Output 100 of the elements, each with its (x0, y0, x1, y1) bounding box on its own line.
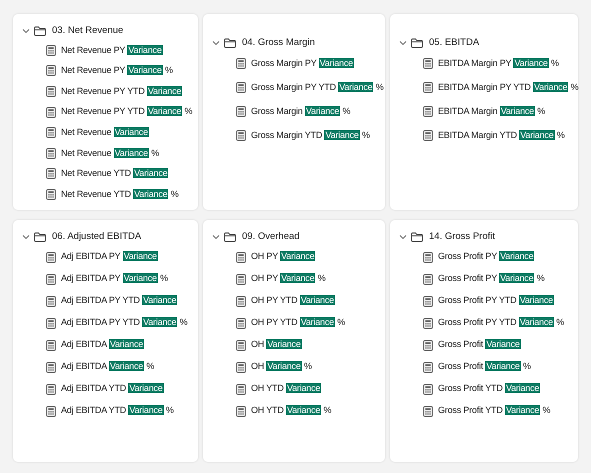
calculator-icon (236, 274, 246, 284)
calculator-icon (236, 296, 246, 306)
measure-name[interactable]: Gross Profit YTD Variance (438, 382, 540, 396)
measure-name[interactable]: Net Revenue Variance (61, 126, 149, 140)
measure-name[interactable]: Gross Profit Variance % (438, 360, 531, 374)
folder-title: 04. Gross Margin (242, 36, 315, 50)
measure-name[interactable]: Net Revenue Variance % (61, 146, 160, 160)
measure-name[interactable]: Gross Profit PY YTD Variance (438, 294, 554, 308)
measure-name[interactable]: OH PY Variance (251, 250, 316, 264)
measure-name[interactable]: EBITDA Margin PY YTD Variance % (438, 80, 578, 94)
folder-title: 14. Gross Profit (429, 230, 495, 244)
measure-name[interactable]: OH PY YTD Variance (251, 294, 335, 308)
measure-name[interactable]: Net Revenue PY Variance (61, 44, 163, 58)
measure-name[interactable]: EBITDA Margin YTD Variance % (438, 128, 565, 142)
folder-title: 03. Net Revenue (52, 24, 124, 38)
folder-icon (224, 38, 236, 48)
calculator-icon (236, 82, 246, 94)
calculator-icon (46, 106, 56, 118)
calculator-icon (423, 296, 433, 306)
measure-name[interactable]: Net Revenue PY Variance % (61, 64, 173, 78)
calculator-icon (423, 362, 433, 372)
chevron-down-icon (212, 233, 220, 241)
measure-name[interactable]: Adj EBITDA PY Variance % (61, 272, 168, 286)
folder-header[interactable]: 06. Adjusted EBITDA (22, 230, 198, 244)
measure-name[interactable]: Net Revenue YTD Variance % (61, 188, 179, 202)
chevron-down-icon (399, 233, 407, 241)
measure-name[interactable]: Gross Margin Variance % (251, 104, 350, 118)
measure-name[interactable]: Net Revenue PY YTD Variance % (61, 105, 192, 119)
folder-header[interactable]: 09. Overhead (212, 230, 385, 244)
folder-title: 06. Adjusted EBITDA (52, 230, 142, 244)
folder-title: 09. Overhead (242, 230, 300, 244)
calculator-icon (236, 362, 246, 372)
measure-name[interactable]: Gross Profit PY Variance (438, 250, 534, 264)
calculator-icon (46, 406, 56, 416)
folder-header[interactable]: 03. Net Revenue (22, 24, 198, 38)
calculator-icon (423, 406, 433, 416)
calculator-icon (423, 58, 433, 70)
calculator-icon (236, 384, 246, 394)
measure-name[interactable]: Gross Profit PY Variance % (438, 272, 545, 286)
measure-name[interactable]: Adj EBITDA PY YTD Variance % (61, 316, 188, 330)
calculator-icon (46, 168, 56, 180)
calculator-icon (236, 340, 246, 350)
measure-name[interactable]: Gross Profit PY YTD Variance % (438, 316, 564, 330)
folder-icon (411, 232, 423, 242)
calculator-icon (46, 44, 56, 56)
measure-name[interactable]: Gross Profit Variance (438, 338, 521, 352)
measure-name[interactable]: Adj EBITDA YTD Variance (61, 382, 164, 396)
chevron-down-icon (22, 233, 30, 241)
calculator-icon (236, 318, 246, 328)
calculator-icon (236, 252, 246, 262)
calculator-icon (46, 148, 56, 159)
folder-icon (224, 232, 236, 242)
calculator-icon (423, 318, 433, 328)
calculator-icon (236, 106, 246, 117)
measure-name[interactable]: Gross Margin PY YTD Variance % (251, 80, 384, 94)
calculator-icon (236, 406, 246, 416)
calculator-icon (236, 130, 246, 141)
measure-name[interactable]: Net Revenue PY YTD Variance (61, 84, 182, 98)
calculator-icon (423, 340, 433, 350)
chevron-down-icon (399, 39, 407, 47)
calculator-icon (423, 82, 433, 94)
folder-title: 05. EBITDA (429, 36, 480, 50)
calculator-icon (46, 127, 56, 138)
calculator-icon (46, 65, 56, 76)
calculator-icon (46, 274, 56, 284)
calculator-icon (46, 296, 56, 306)
calculator-icon (46, 86, 56, 97)
measure-name[interactable]: OH YTD Variance % (251, 404, 332, 418)
measure-name[interactable]: OH Variance % (251, 360, 312, 374)
measure-name[interactable]: Adj EBITDA PY Variance (61, 250, 158, 264)
measure-name[interactable]: Gross Margin YTD Variance % (251, 128, 370, 142)
measure-name[interactable]: EBITDA Margin PY Variance % (438, 57, 559, 71)
calculator-icon (46, 340, 56, 350)
measure-name[interactable]: EBITDA Margin Variance % (438, 104, 546, 118)
folder-header[interactable]: 14. Gross Profit (399, 230, 578, 244)
measure-name[interactable]: OH PY Variance % (251, 272, 326, 286)
calculator-icon (423, 252, 433, 262)
calculator-icon (236, 58, 246, 70)
calculator-icon (423, 274, 433, 284)
measure-name[interactable]: Adj EBITDA YTD Variance % (61, 404, 174, 418)
folder-header[interactable]: 04. Gross Margin (212, 36, 385, 50)
folder-header[interactable]: 05. EBITDA (399, 36, 578, 50)
calculator-icon (46, 384, 56, 394)
calculator-icon (46, 252, 56, 262)
calculator-icon (46, 188, 56, 200)
calculator-icon (46, 362, 56, 372)
chevron-down-icon (212, 39, 220, 47)
chevron-down-icon (22, 27, 30, 35)
measure-name[interactable]: OH PY YTD Variance % (251, 316, 346, 330)
measure-name[interactable]: Gross Profit YTD Variance % (438, 404, 550, 418)
measure-name[interactable]: Adj EBITDA Variance (61, 338, 144, 352)
measure-name[interactable]: OH YTD Variance (251, 382, 322, 396)
measure-name[interactable]: Net Revenue YTD Variance (61, 167, 168, 181)
measure-name[interactable]: Adj EBITDA PY YTD Variance (61, 294, 178, 308)
calculator-icon (46, 318, 56, 328)
measure-name[interactable]: Gross Margin PY Variance (251, 57, 354, 71)
calculator-icon (423, 384, 433, 394)
calculator-icon (423, 130, 433, 141)
folder-icon (34, 26, 46, 36)
measure-name[interactable]: Adj EBITDA Variance % (61, 360, 154, 374)
